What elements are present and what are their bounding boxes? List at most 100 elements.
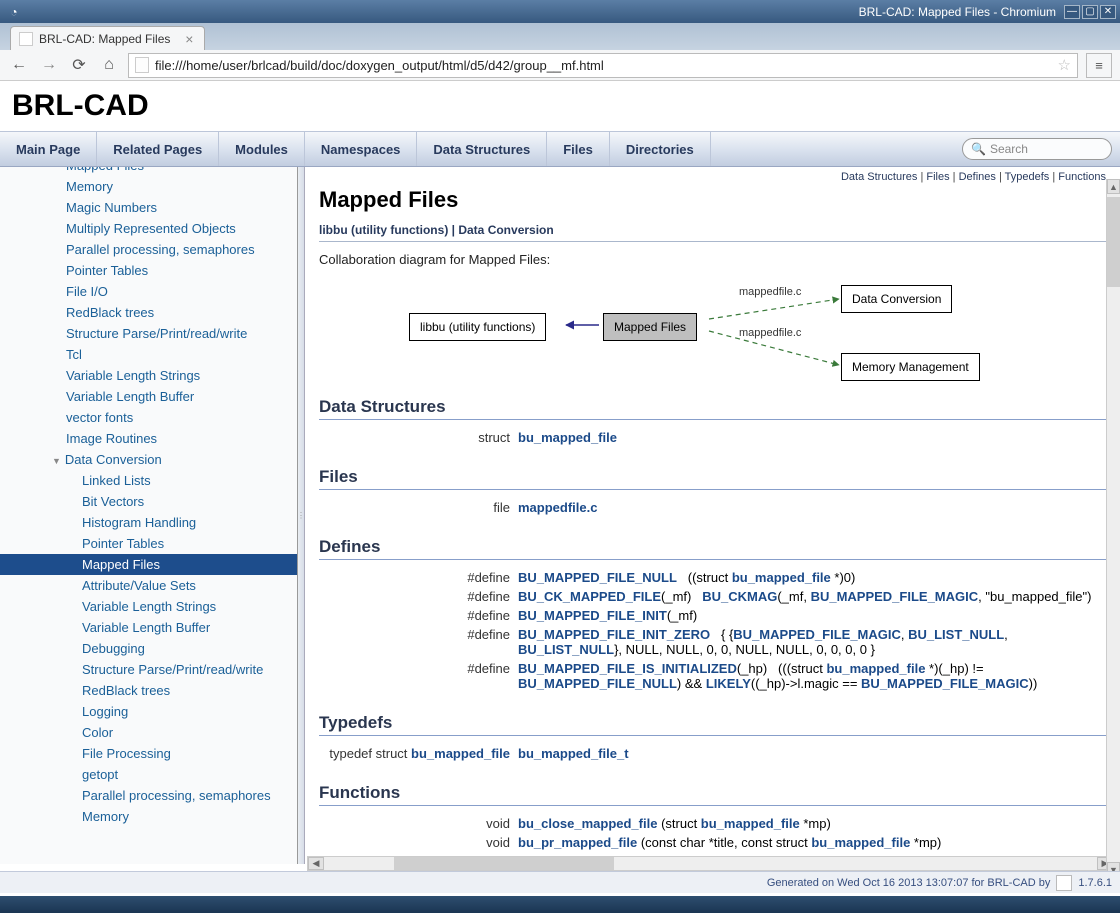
define-body: BU_MAPPED_FILE_INIT(_mf): [514, 606, 1106, 625]
func-ret: void: [319, 833, 514, 852]
section-functions: Functions: [319, 783, 1106, 806]
vertical-scrollbar[interactable]: ▲ ▼: [1106, 179, 1120, 877]
breadcrumb-libbu[interactable]: libbu (utility functions): [319, 223, 448, 237]
main-content: Data Structures | Files | Defines | Type…: [305, 167, 1120, 864]
sidebar-item[interactable]: Memory: [0, 806, 297, 827]
search-input[interactable]: 🔍 Search: [962, 138, 1112, 160]
nav-main-page[interactable]: Main Page: [0, 132, 97, 166]
sidebar-item[interactable]: Magic Numbers: [0, 197, 297, 218]
sidebar-item[interactable]: Data Conversion: [0, 449, 297, 470]
sidebar-item[interactable]: Parallel processing, semaphores: [0, 239, 297, 260]
back-button[interactable]: ←: [8, 54, 30, 76]
footer: Generated on Wed Oct 16 2013 13:07:07 fo…: [0, 871, 1120, 893]
horizontal-scrollbar[interactable]: ◀ ▶: [307, 856, 1114, 871]
link-data-structures[interactable]: Data Structures: [841, 171, 917, 183]
link-functions[interactable]: Functions: [1058, 171, 1106, 183]
sidebar-item[interactable]: Mapped Files: [0, 554, 297, 575]
nav-data-structures[interactable]: Data Structures: [417, 132, 547, 166]
bookmark-star-icon[interactable]: ☆: [1058, 56, 1071, 74]
minimize-button[interactable]: —: [1064, 5, 1080, 19]
sidebar-item[interactable]: Variable Length Buffer: [0, 617, 297, 638]
func-ret: void: [319, 814, 514, 833]
nav-namespaces[interactable]: Namespaces: [305, 132, 418, 166]
typedef-kind: typedef struct bu_mapped_file: [319, 744, 514, 763]
node-libbu[interactable]: libbu (utility functions): [409, 313, 546, 341]
func-sig: bu_pr_mapped_file (const char *title, co…: [514, 833, 1106, 852]
sidebar-item[interactable]: Structure Parse/Print/read/write: [0, 323, 297, 344]
sidebar-item[interactable]: Debugging: [0, 638, 297, 659]
maximize-button[interactable]: ▢: [1082, 5, 1098, 19]
sidebar-item[interactable]: Tcl: [0, 344, 297, 365]
sidebar-item[interactable]: Pointer Tables: [0, 533, 297, 554]
sidebar-item[interactable]: Variable Length Buffer: [0, 386, 297, 407]
sidebar-item[interactable]: Memory: [0, 176, 297, 197]
collaboration-diagram: libbu (utility functions) Mapped Files D…: [409, 277, 1106, 377]
link-files[interactable]: Files: [926, 171, 949, 183]
app-icon: ◔: [4, 4, 24, 20]
node-memory-management[interactable]: Memory Management: [841, 353, 980, 381]
nav-directories[interactable]: Directories: [610, 132, 711, 166]
file-link[interactable]: mappedfile.c: [518, 500, 597, 515]
section-typedefs: Typedefs: [319, 713, 1106, 736]
edge-label-1: mappedfile.c: [739, 286, 801, 298]
search-placeholder: Search: [990, 142, 1028, 156]
project-title: BRL-CAD: [0, 81, 1120, 131]
define-body: BU_CK_MAPPED_FILE(_mf) BU_CKMAG(_mf, BU_…: [514, 587, 1106, 606]
close-button[interactable]: ✕: [1100, 5, 1116, 19]
define-body: BU_MAPPED_FILE_NULL ((struct bu_mapped_f…: [514, 568, 1106, 587]
sidebar-item[interactable]: Linked Lists: [0, 470, 297, 491]
breadcrumb-dataconv[interactable]: Data Conversion: [458, 223, 553, 237]
vscroll-thumb[interactable]: [1107, 197, 1120, 287]
url-bar[interactable]: file:///home/user/brlcad/build/doc/doxyg…: [128, 53, 1078, 78]
sidebar-item[interactable]: RedBlack trees: [0, 302, 297, 323]
sidebar-item[interactable]: Multiply Represented Objects: [0, 218, 297, 239]
home-button[interactable]: ⌂: [98, 54, 120, 76]
define-kind: #define: [319, 606, 514, 625]
sidebar-item[interactable]: Attribute/Value Sets: [0, 575, 297, 596]
sidebar: Mapped FilesMemoryMagic NumbersMultiply …: [0, 167, 298, 864]
sidebar-item[interactable]: Pointer Tables: [0, 260, 297, 281]
forward-button[interactable]: →: [38, 54, 60, 76]
splitter-handle[interactable]: ⋮: [298, 167, 305, 864]
tab-close-button[interactable]: ×: [182, 31, 196, 47]
sidebar-item[interactable]: vector fonts: [0, 407, 297, 428]
sidebar-item[interactable]: Mapped Files: [0, 167, 297, 176]
sidebar-item[interactable]: Image Routines: [0, 428, 297, 449]
ds-link[interactable]: bu_mapped_file: [518, 430, 617, 445]
typedef-left-link[interactable]: bu_mapped_file: [411, 746, 510, 761]
sidebar-item[interactable]: Structure Parse/Print/read/write: [0, 659, 297, 680]
collab-caption: Collaboration diagram for Mapped Files:: [319, 252, 1106, 267]
doxygen-logo[interactable]: [1056, 875, 1072, 891]
node-mapped-files: Mapped Files: [603, 313, 697, 341]
sidebar-item[interactable]: Parallel processing, semaphores: [0, 785, 297, 806]
link-typedefs[interactable]: Typedefs: [1005, 171, 1050, 183]
sidebar-item[interactable]: Logging: [0, 701, 297, 722]
typedef-name[interactable]: bu_mapped_file_t: [518, 746, 629, 761]
scroll-left-arrow[interactable]: ◀: [308, 857, 324, 870]
sidebar-item[interactable]: Variable Length Strings: [0, 365, 297, 386]
breadcrumb: libbu (utility functions) | Data Convers…: [319, 223, 1106, 242]
sidebar-item[interactable]: RedBlack trees: [0, 680, 297, 701]
sidebar-item[interactable]: Histogram Handling: [0, 512, 297, 533]
sidebar-item[interactable]: Color: [0, 722, 297, 743]
window-titlebar: ◔ BRL-CAD: Mapped Files - Chromium — ▢ ✕: [0, 0, 1120, 23]
footer-text: Generated on Wed Oct 16 2013 13:07:07 fo…: [767, 877, 1051, 889]
nav-modules[interactable]: Modules: [219, 132, 305, 166]
link-defines[interactable]: Defines: [959, 171, 996, 183]
doc-nav-tabs: Main Page Related Pages Modules Namespac…: [0, 131, 1120, 167]
node-data-conversion[interactable]: Data Conversion: [841, 285, 952, 313]
reload-button[interactable]: ⟳: [68, 54, 90, 76]
browser-tab[interactable]: BRL-CAD: Mapped Files ×: [10, 26, 205, 50]
sidebar-item[interactable]: getopt: [0, 764, 297, 785]
nav-related-pages[interactable]: Related Pages: [97, 132, 219, 166]
sidebar-item[interactable]: Variable Length Strings: [0, 596, 297, 617]
scroll-thumb[interactable]: [394, 857, 614, 870]
scroll-up-arrow[interactable]: ▲: [1107, 179, 1120, 194]
sidebar-item[interactable]: File I/O: [0, 281, 297, 302]
sidebar-item[interactable]: Bit Vectors: [0, 491, 297, 512]
menu-button[interactable]: ≡: [1086, 53, 1112, 78]
nav-files[interactable]: Files: [547, 132, 610, 166]
define-body: BU_MAPPED_FILE_INIT_ZERO { {BU_MAPPED_FI…: [514, 625, 1106, 659]
sidebar-item[interactable]: File Processing: [0, 743, 297, 764]
section-files: Files: [319, 467, 1106, 490]
